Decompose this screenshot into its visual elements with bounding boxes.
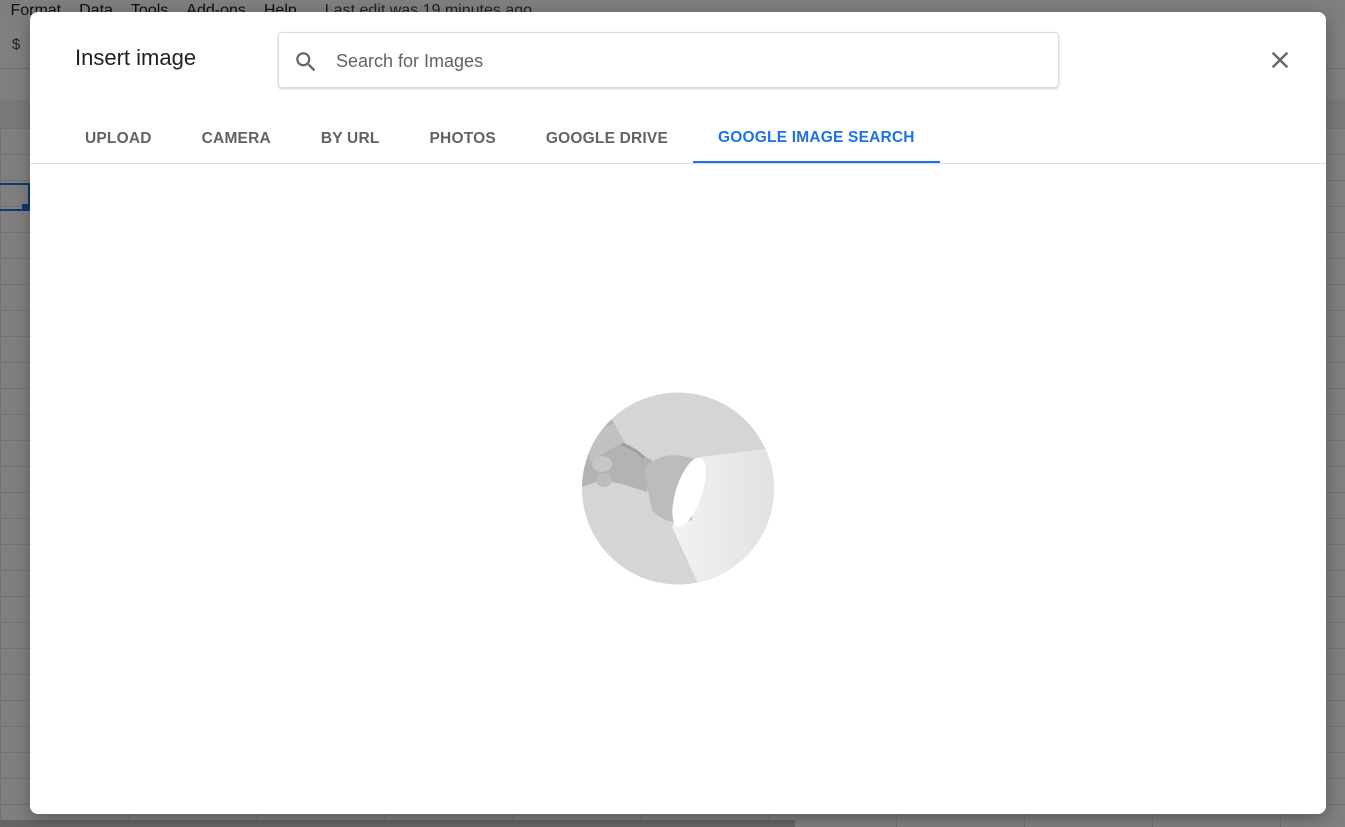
tab-google-image-search[interactable]: GOOGLE IMAGE SEARCH bbox=[693, 114, 940, 163]
search-input[interactable] bbox=[334, 41, 1038, 81]
tab-google-drive[interactable]: GOOGLE DRIVE bbox=[521, 114, 693, 163]
image-search-box[interactable] bbox=[278, 32, 1059, 88]
flashlight-illustration bbox=[582, 392, 774, 585]
tab-upload[interactable]: UPLOAD bbox=[60, 114, 177, 163]
tabs-divider bbox=[30, 163, 1326, 164]
tab-camera[interactable]: CAMERA bbox=[177, 114, 296, 163]
insert-image-dialog: Insert image UPLOAD CAMERA BY URL PHOTOS… bbox=[30, 12, 1326, 814]
dialog-title: Insert image bbox=[75, 45, 197, 70]
tab-by-url[interactable]: BY URL bbox=[296, 114, 405, 163]
tab-bar: UPLOAD CAMERA BY URL PHOTOS GOOGLE DRIVE… bbox=[60, 114, 940, 164]
search-icon[interactable] bbox=[293, 49, 319, 75]
tab-photos[interactable]: PHOTOS bbox=[405, 114, 521, 163]
close-icon[interactable] bbox=[1266, 46, 1294, 74]
